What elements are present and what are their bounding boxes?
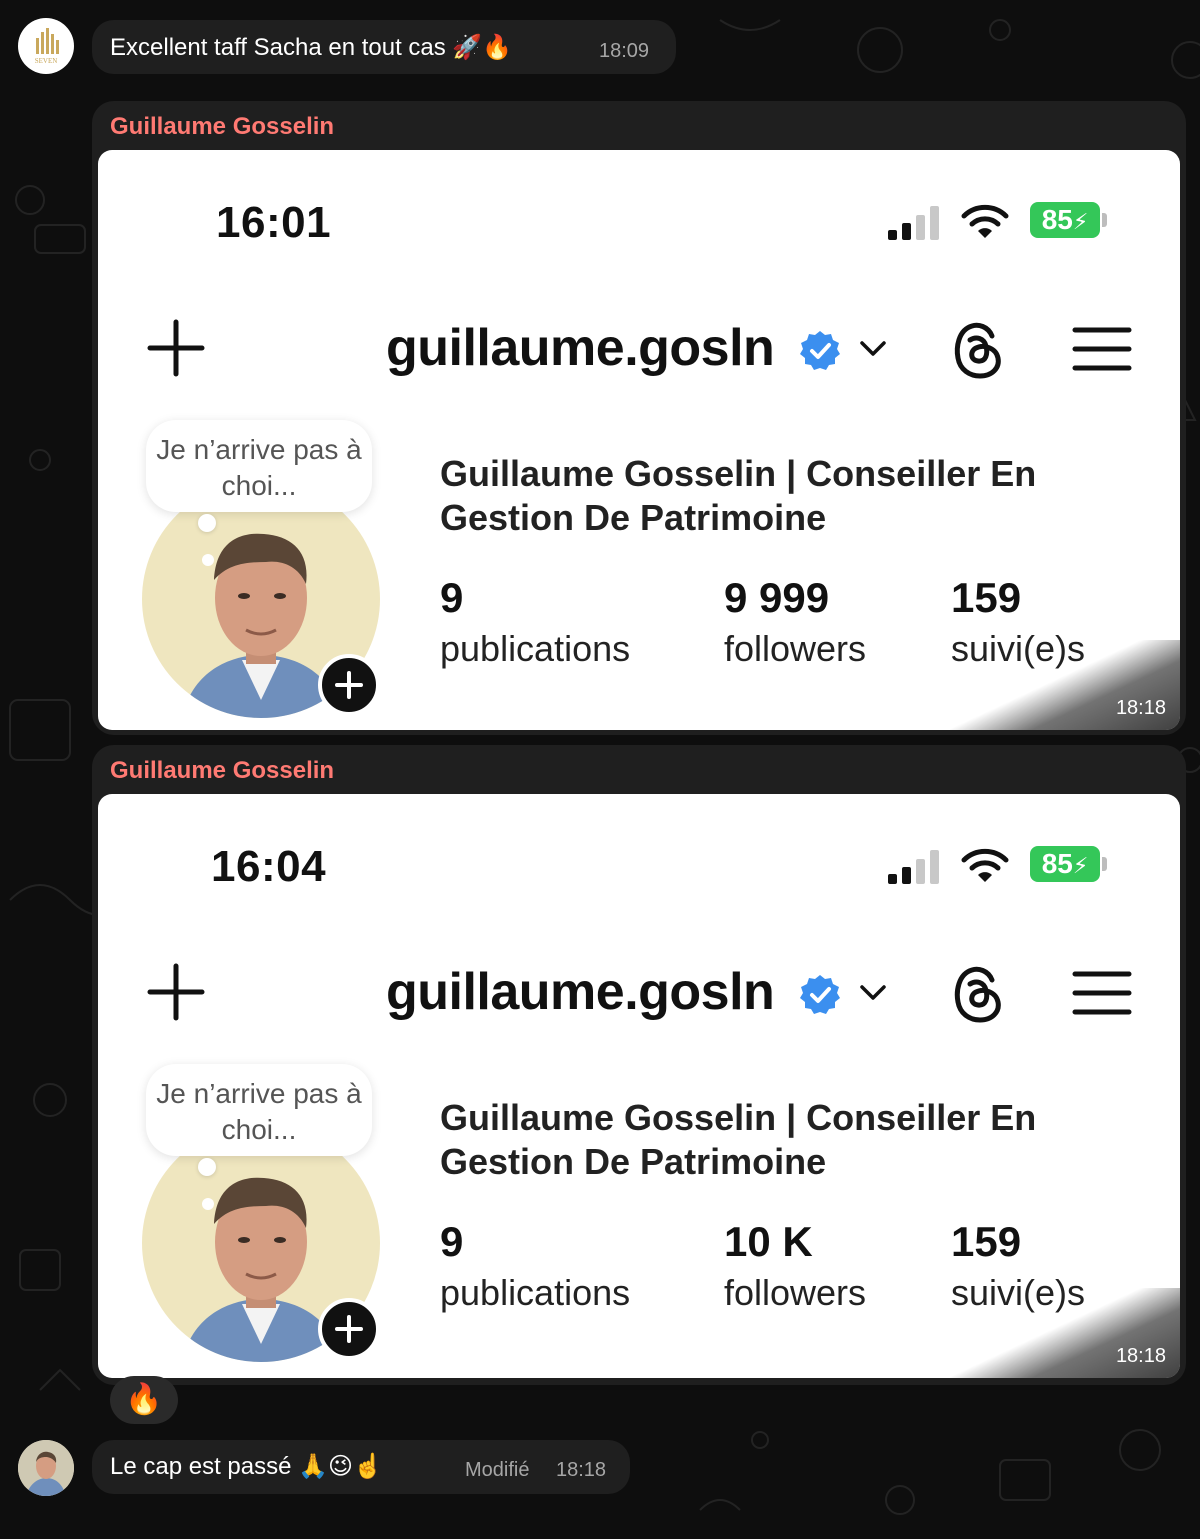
profile-full-name: Guillaume Gosselin | Conseiller En Gesti… xyxy=(440,1097,1037,1182)
message-bubble-last[interactable]: Le cap est passé 🙏😉☝️ Modifié 18:18 xyxy=(92,1440,630,1494)
verified-badge-icon xyxy=(800,975,840,1014)
instagram-screenshot-2[interactable]: 16:04 85⚡ guillaume.gosln Je n’arrive pa… xyxy=(98,794,1180,1378)
plus-icon[interactable] xyxy=(146,962,206,1022)
followers-label[interactable]: followers xyxy=(724,1272,866,1314)
note-bubble-dot xyxy=(202,554,214,566)
guillaume-avatar[interactable] xyxy=(18,1440,74,1496)
phone-clock: 16:04 xyxy=(211,842,327,891)
chevron-down-icon[interactable] xyxy=(858,337,888,359)
message-time: 18:18 xyxy=(556,1459,607,1481)
edited-label: Modifié xyxy=(465,1459,530,1481)
signal-icon xyxy=(888,206,939,240)
publications-count[interactable]: 9 xyxy=(440,1218,463,1266)
following-count[interactable]: 159 xyxy=(951,574,1021,622)
sender-name[interactable]: Guillaume Gosselin xyxy=(110,113,334,141)
add-story-button[interactable] xyxy=(318,1298,380,1360)
note-bubble-dot xyxy=(198,514,216,532)
battery-cap xyxy=(1102,857,1107,871)
message-text: Excellent taff Sacha en tout cas 🚀🔥 xyxy=(110,34,513,61)
add-story-button[interactable] xyxy=(318,654,380,716)
wifi-icon xyxy=(961,204,1009,238)
plus-icon xyxy=(335,671,363,699)
threads-icon[interactable] xyxy=(950,318,1006,380)
sender-name[interactable]: Guillaume Gosselin xyxy=(110,757,334,785)
menu-icon[interactable] xyxy=(1072,324,1132,374)
plus-icon[interactable] xyxy=(146,318,206,378)
signal-icon xyxy=(888,850,939,884)
followers-label[interactable]: followers xyxy=(724,628,866,670)
instagram-screenshot-1[interactable]: 16:01 85⚡ guillaume.gosln Je n’arrive pa… xyxy=(98,150,1180,730)
plus-icon xyxy=(335,1315,363,1343)
message-time: 18:18 xyxy=(1115,1345,1166,1367)
following-count[interactable]: 159 xyxy=(951,1218,1021,1266)
followers-count[interactable]: 10 K xyxy=(724,1218,813,1266)
verified-badge-icon xyxy=(800,331,840,370)
battery-icon: 85⚡ xyxy=(1030,202,1100,238)
chevron-down-icon[interactable] xyxy=(858,981,888,1003)
wifi-icon xyxy=(961,848,1009,882)
note-bubble-dot xyxy=(198,1158,216,1176)
message-text: Le cap est passé 🙏😉☝️ xyxy=(110,1453,383,1480)
publications-label[interactable]: publications xyxy=(440,1272,630,1314)
note-bubble-dot xyxy=(202,1198,214,1210)
profile-username[interactable]: guillaume.gosln xyxy=(386,962,775,1022)
publications-label[interactable]: publications xyxy=(440,628,630,670)
seven-avatar[interactable]: SEVEN xyxy=(18,18,74,74)
publications-count[interactable]: 9 xyxy=(440,574,463,622)
building-logo-icon: SEVEN xyxy=(35,28,59,65)
phone-clock: 16:01 xyxy=(216,198,332,247)
menu-icon[interactable] xyxy=(1072,968,1132,1018)
profile-note[interactable]: Je n’arrive pas à choi... xyxy=(146,1064,372,1156)
fire-reaction[interactable]: 🔥 xyxy=(110,1376,178,1424)
profile-username[interactable]: guillaume.gosln xyxy=(386,318,775,378)
battery-icon: 85⚡ xyxy=(1030,846,1100,882)
battery-level: 85 xyxy=(1041,848,1073,879)
message-time: 18:09 xyxy=(599,40,650,62)
profile-full-name: Guillaume Gosselin | Conseiller En Gesti… xyxy=(440,453,1037,538)
threads-icon[interactable] xyxy=(950,962,1006,1024)
battery-level: 85 xyxy=(1041,204,1073,235)
battery-cap xyxy=(1102,213,1107,227)
message-bubble-first[interactable]: Excellent taff Sacha en tout cas 🚀🔥 18:0… xyxy=(92,20,676,74)
message-time: 18:18 xyxy=(1115,697,1166,719)
svg-text:SEVEN: SEVEN xyxy=(35,57,58,65)
profile-note[interactable]: Je n’arrive pas à choi... xyxy=(146,420,372,512)
followers-count[interactable]: 9 999 xyxy=(724,574,829,622)
